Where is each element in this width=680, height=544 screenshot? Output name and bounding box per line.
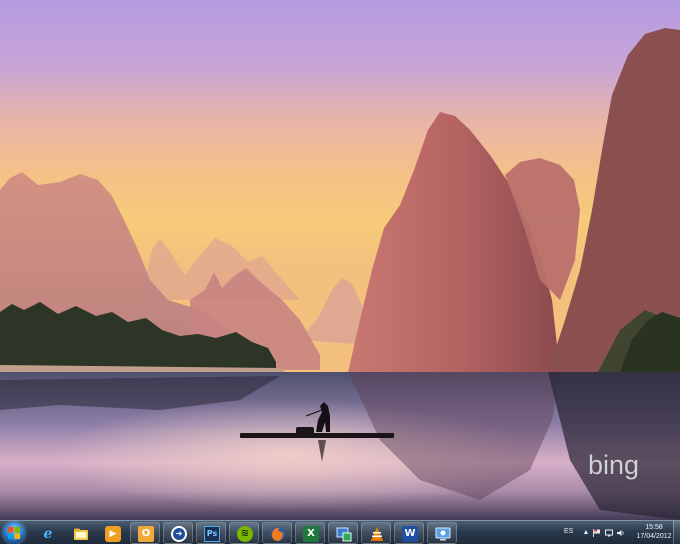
taskbar-file-explorer-button[interactable] (65, 522, 95, 544)
taskbar-spotify-button[interactable]: ≋ (229, 522, 259, 544)
taskbar: e ▶ O ➜ Ps ≋ X W ES ▲ 15:58 17/04/2012 (0, 520, 680, 544)
windows-logo-icon (8, 527, 20, 539)
bing-watermark: bing (588, 450, 640, 480)
taskbar-firefox-button[interactable] (262, 522, 292, 544)
taskbar-photoshop-button[interactable]: Ps (196, 522, 226, 544)
outlook-icon: O (138, 526, 154, 542)
folder-icon (73, 526, 89, 542)
taskbar-word-button[interactable]: W (394, 522, 424, 544)
language-indicator[interactable]: ES (564, 528, 573, 535)
internet-explorer-icon: e (43, 526, 53, 542)
volume-icon[interactable] (617, 529, 625, 537)
taskbar-media-player-button[interactable]: ▶ (97, 522, 127, 544)
show-hidden-icons-icon[interactable]: ▲ (582, 529, 590, 537)
taskbar-outlook-button[interactable]: O (130, 522, 160, 544)
taskbar-app-circle-button[interactable]: ➜ (163, 522, 193, 544)
firefox-icon (270, 526, 286, 542)
clock-date: 17/04/2012 (636, 533, 672, 540)
excel-icon: X (303, 526, 319, 542)
media-player-icon: ▶ (105, 526, 121, 542)
arrow-circle-icon: ➜ (171, 526, 187, 542)
show-desktop-button[interactable] (673, 521, 680, 544)
vlc-cone-icon (369, 526, 385, 542)
taskbar-internet-explorer-button[interactable]: e (32, 522, 62, 544)
wallpaper-landscape (0, 0, 680, 522)
start-button[interactable] (3, 522, 25, 544)
clock-time: 15:58 (645, 524, 663, 531)
taskbar-excel-button[interactable]: X (295, 522, 325, 544)
spotify-icon: ≋ (237, 526, 253, 542)
taskbar-vlc-button[interactable] (361, 522, 391, 544)
remote-desktop-icon (435, 526, 451, 542)
action-center-flag-icon[interactable] (593, 529, 601, 537)
desktop[interactable]: bing e ▶ O ➜ Ps ≋ X W ES ▲ 15:58 17/04/2… (0, 0, 680, 544)
taskbar-app-tools-button[interactable] (328, 522, 358, 544)
photoshop-icon: Ps (204, 526, 220, 542)
taskbar-app-remote-button[interactable] (427, 522, 457, 544)
network-icon[interactable] (605, 529, 613, 537)
system-tray: ES ▲ 15:58 17/04/2012 (560, 521, 680, 544)
clock[interactable]: 15:58 17/04/2012 (636, 523, 672, 541)
word-icon: W (402, 526, 418, 542)
monitor-tools-icon (336, 526, 352, 542)
